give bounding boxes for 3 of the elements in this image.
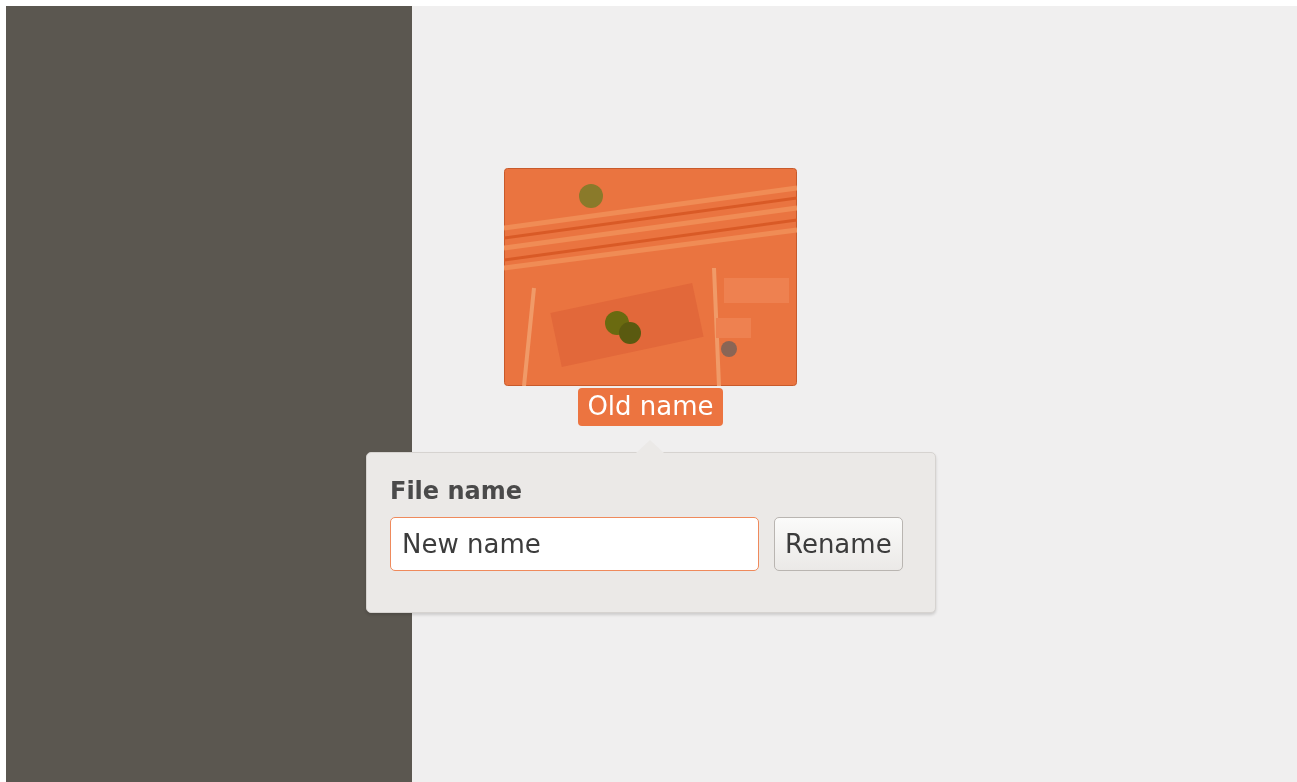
rename-button[interactable]: Rename: [774, 517, 903, 571]
popover-title: File name: [390, 477, 524, 505]
name-field[interactable]: New name: [390, 517, 759, 571]
